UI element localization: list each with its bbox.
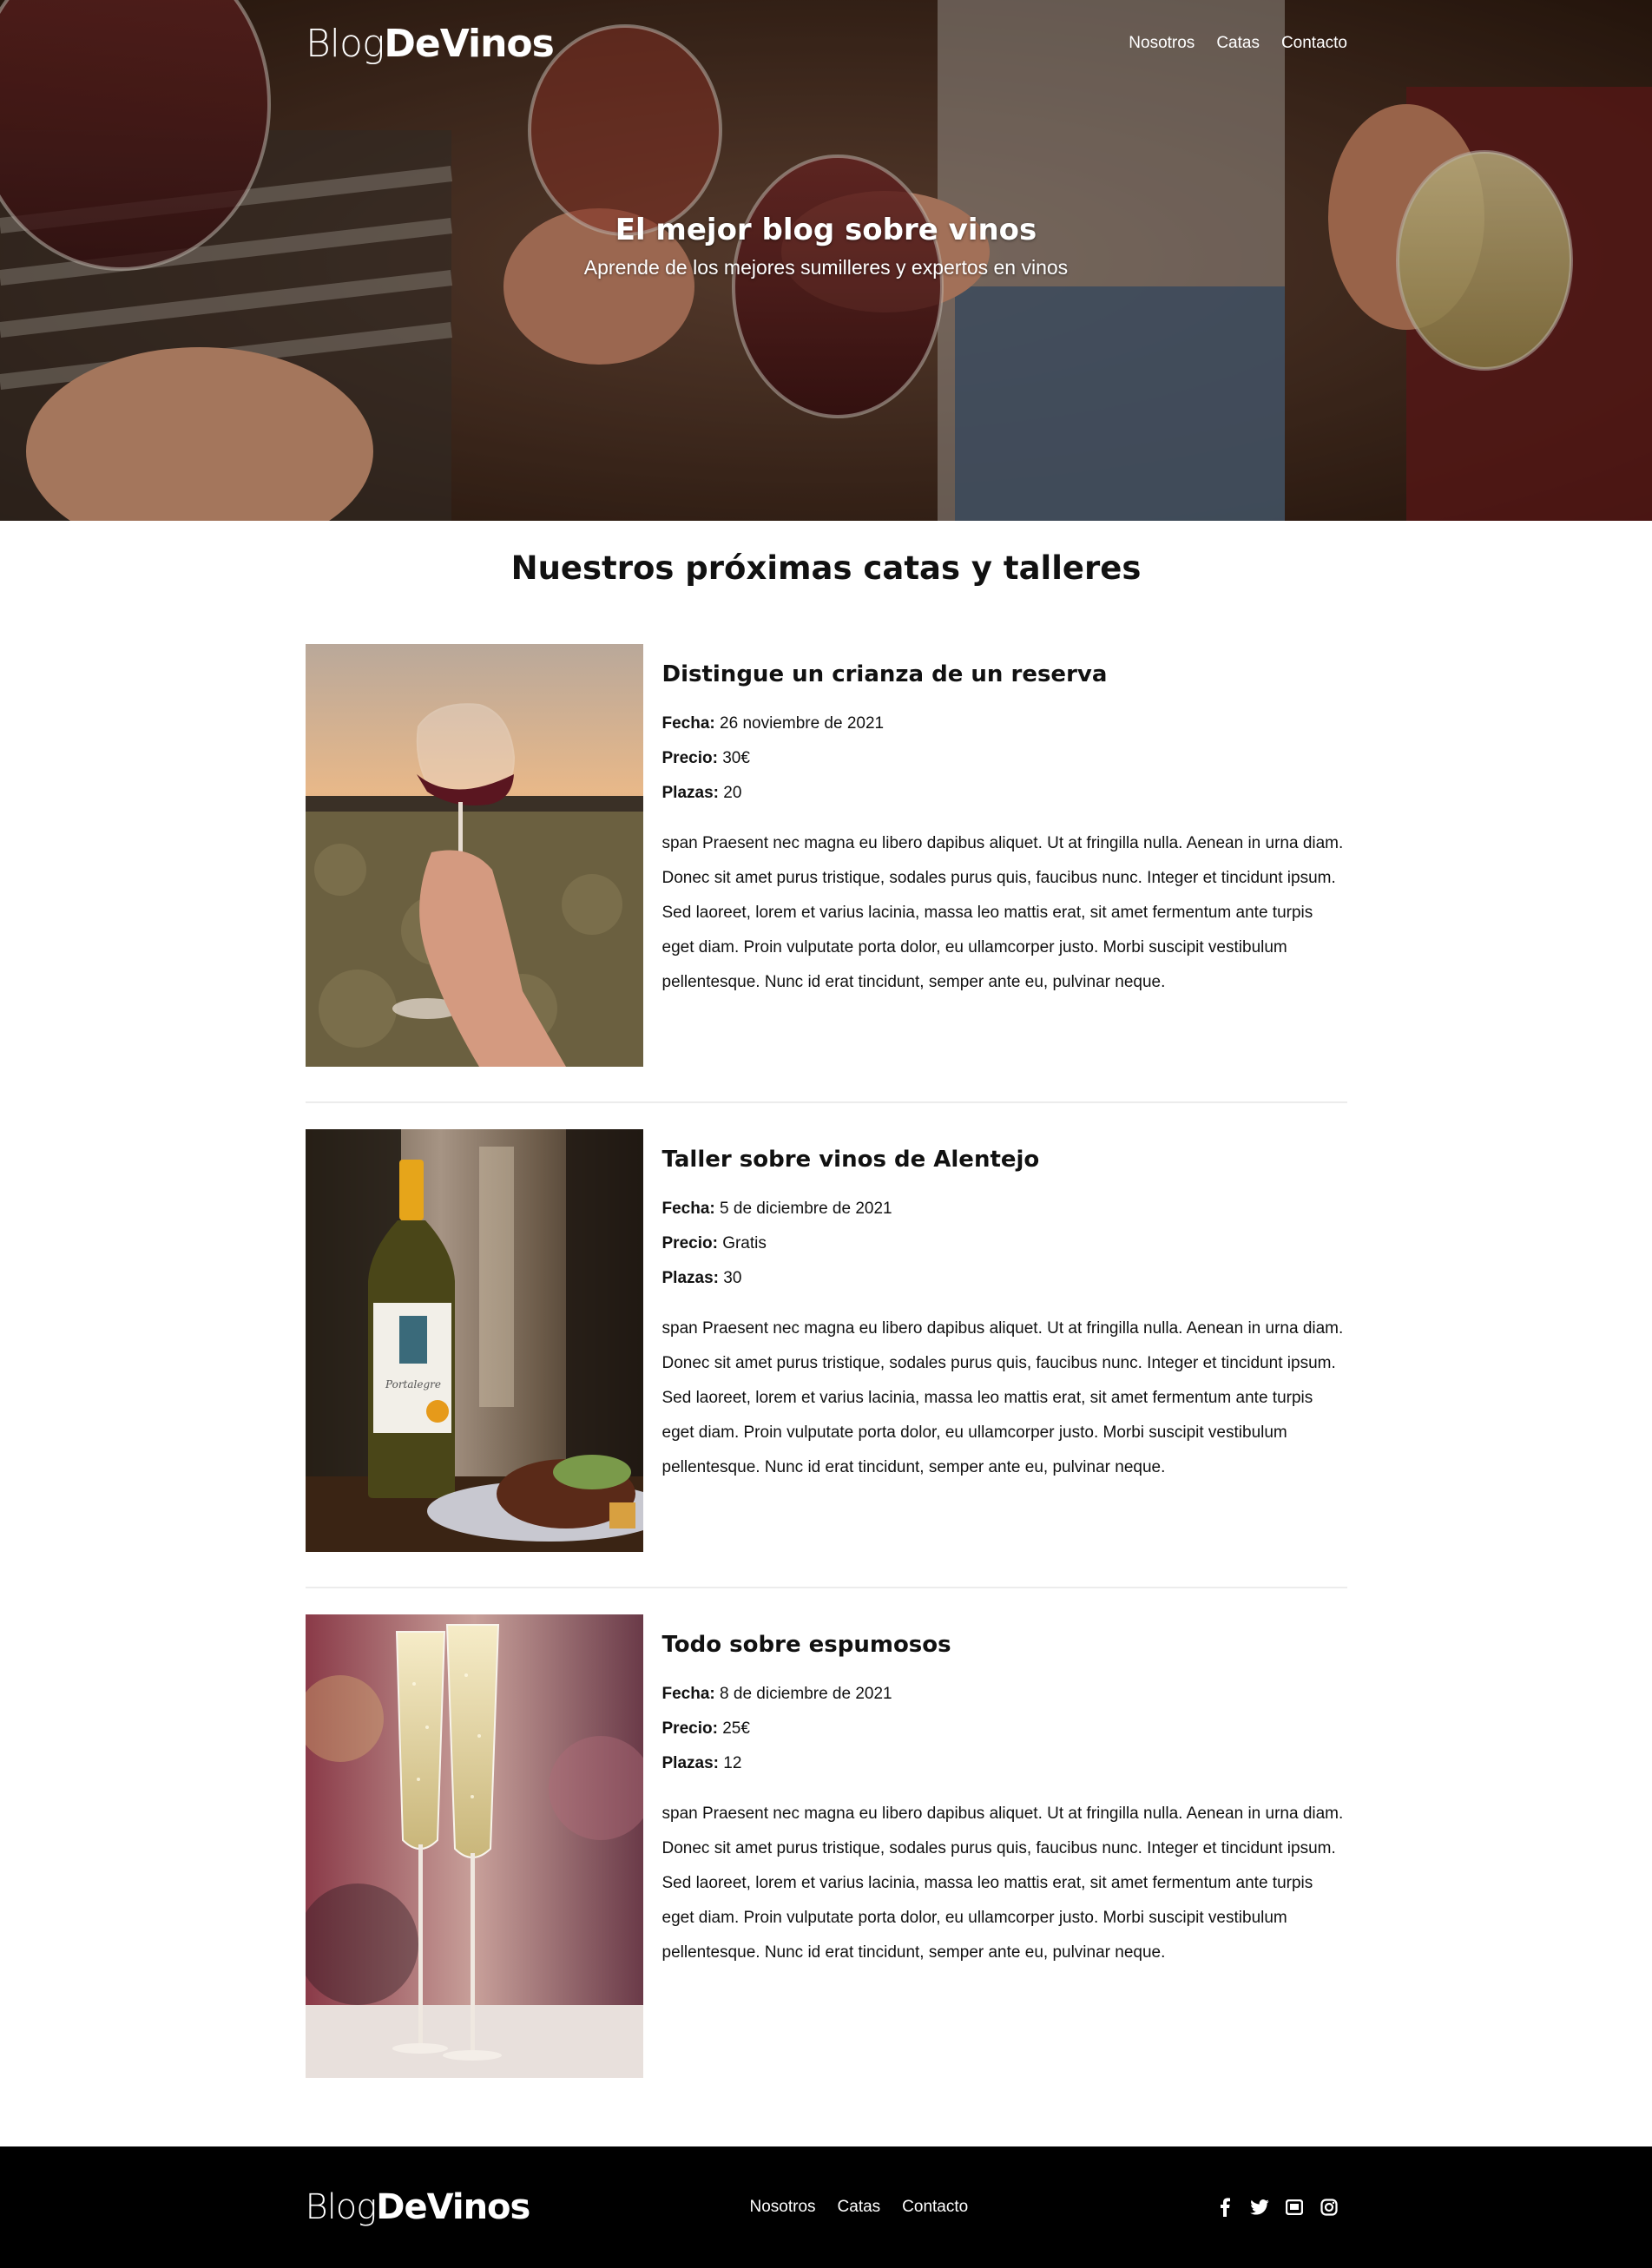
event-body: Distingue un crianza de un reserva Fecha… (643, 644, 1347, 1067)
event-date: Fecha: 26 noviembre de 2021 (662, 707, 1347, 741)
price-value: Gratis (722, 1234, 767, 1252)
nav-link-contacto[interactable]: Contacto (1281, 34, 1347, 53)
logo-bold-text: DeVinos (384, 21, 554, 66)
event-title[interactable]: Distingue un crianza de un reserva (662, 661, 1347, 687)
seats-value: 12 (723, 1754, 742, 1772)
price-label: Precio: (661, 1719, 718, 1738)
event-description: span Praesent nec magna eu libero dapibu… (661, 1805, 1344, 1962)
nav-link-nosotros[interactable]: Nosotros (1129, 34, 1195, 53)
site-logo[interactable]: BlogDeVinos (306, 21, 555, 66)
event-card: Todo sobre espumosos Fecha: 8 de diciemb… (305, 1614, 1347, 2113)
hero-title: El mejor blog sobre vinos (615, 213, 1037, 247)
main-nav: Nosotros Catas Contacto (1129, 34, 1347, 53)
event-description: span Praesent nec magna eu libero dapibu… (661, 834, 1344, 991)
event-seats: Plazas: 30 (662, 1261, 1347, 1296)
event-title[interactable]: Todo sobre espumosos (662, 1632, 1347, 1658)
event-price: Precio: Gratis (662, 1226, 1347, 1261)
hero-text: El mejor blog sobre vinos Aprende de los… (0, 213, 1652, 279)
event-price: Precio: 30€ (662, 741, 1347, 776)
wine-bottle-image: Portalegre (305, 1129, 643, 1552)
seats-value: 20 (723, 784, 742, 802)
date-value: 26 noviembre de 2021 (720, 714, 885, 733)
date-label: Fecha: (661, 1685, 715, 1703)
event-title[interactable]: Taller sobre vinos de Alentejo (662, 1147, 1347, 1173)
footer-link-nosotros[interactable]: Nosotros (750, 2198, 816, 2217)
champagne-flutes-image (305, 1614, 643, 2078)
logo-light-text: Blog (306, 21, 385, 66)
footer-nav: Nosotros Catas Contacto (750, 2198, 969, 2217)
logo-light-text: Blog (305, 2187, 378, 2227)
price-value: 25€ (722, 1719, 750, 1738)
site-footer: BlogDeVinos Nosotros Catas Contacto (0, 2146, 1652, 2268)
main-content: Nuestros próximas catas y talleres Disti… (305, 521, 1347, 2113)
event-date: Fecha: 8 de diciembre de 2021 (662, 1677, 1347, 1712)
event-body: Todo sobre espumosos Fecha: 8 de diciemb… (643, 1614, 1347, 2078)
date-value: 5 de diciembre de 2021 (720, 1200, 892, 1218)
facebook-icon[interactable] (1215, 2198, 1234, 2217)
wine-glass-sunset-image (305, 644, 643, 1067)
price-label: Precio: (661, 749, 718, 767)
event-date: Fecha: 5 de diciembre de 2021 (662, 1192, 1347, 1226)
top-navbar: BlogDeVinos Nosotros Catas Contacto (306, 0, 1347, 87)
event-image: Portalegre (305, 1129, 643, 1552)
nav-link-catas[interactable]: Catas (1216, 34, 1260, 53)
price-value: 30€ (722, 749, 750, 767)
event-seats: Plazas: 12 (662, 1746, 1347, 1781)
hero-subtitle: Aprende de los mejores sumilleres y expe… (583, 256, 1069, 279)
event-image (305, 1614, 643, 2078)
twitter-icon[interactable] (1249, 2198, 1269, 2217)
date-value: 8 de diciembre de 2021 (720, 1685, 892, 1703)
logo-bold-text: DeVinos (376, 2187, 530, 2227)
footer-link-catas[interactable]: Catas (838, 2198, 881, 2217)
footer-link-contacto[interactable]: Contacto (902, 2198, 968, 2217)
instagram-icon[interactable] (1320, 2198, 1339, 2217)
hero-banner: BlogDeVinos Nosotros Catas Contacto El m… (0, 0, 1652, 521)
seats-label: Plazas: (661, 1754, 719, 1772)
youtube-icon[interactable] (1285, 2198, 1304, 2217)
seats-value: 30 (723, 1269, 742, 1287)
event-price: Precio: 25€ (662, 1712, 1347, 1746)
event-image (305, 644, 643, 1067)
footer-logo[interactable]: BlogDeVinos (305, 2187, 531, 2227)
event-description: span Praesent nec magna eu libero dapibu… (661, 1319, 1344, 1476)
price-label: Precio: (661, 1234, 718, 1252)
seats-label: Plazas: (661, 1269, 719, 1287)
section-title: Nuestros próximas catas y talleres (510, 549, 1142, 587)
svg-text:Portalegre: Portalegre (385, 1378, 441, 1390)
event-card: Portalegre Taller sobre vinos de Alentej… (305, 1129, 1347, 1588)
event-body: Taller sobre vinos de Alentejo Fecha: 5 … (643, 1129, 1347, 1552)
date-label: Fecha: (661, 714, 715, 733)
date-label: Fecha: (661, 1200, 715, 1218)
event-card: Distingue un crianza de un reserva Fecha… (305, 644, 1347, 1103)
event-seats: Plazas: 20 (662, 776, 1347, 811)
social-links (1215, 2198, 1339, 2217)
seats-label: Plazas: (661, 784, 719, 802)
